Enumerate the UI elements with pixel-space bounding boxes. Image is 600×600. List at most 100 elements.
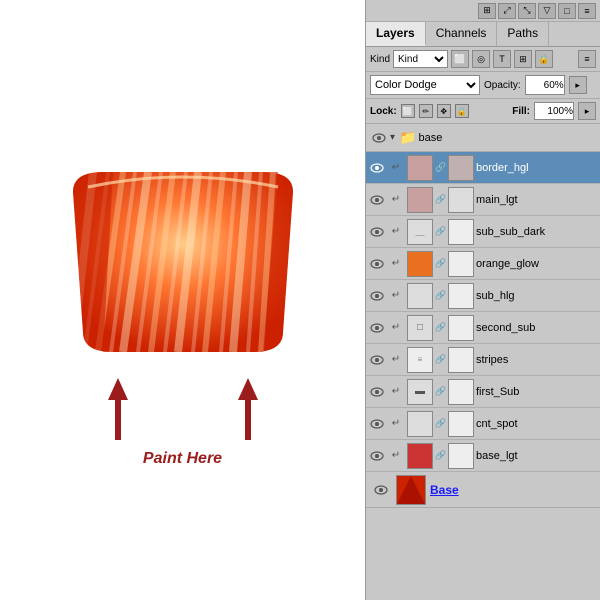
eye-icon-base-layer[interactable] [370,474,392,506]
layer-item-border-hgl[interactable]: ↵ 🔗 border_hgl [366,152,600,184]
layer-item-base-lgt[interactable]: ↵ 🔗 base_lgt [366,440,600,472]
lock-icon-3[interactable]: ✥ [437,104,451,118]
mask-stripes [448,347,474,373]
link-icon: ↵ [388,440,404,472]
cupcake-svg [43,162,323,362]
layer-name-border-hgl: border_hgl [476,162,600,174]
filter-icon-1[interactable]: ⬜ [451,50,469,68]
group-expand-icon[interactable]: ▾ [390,132,395,143]
base-layer-row[interactable]: Base [366,472,600,508]
base-layer-name[interactable]: Base [430,483,459,497]
icon-btn-3[interactable]: ⤡ [518,3,536,19]
layer-item-stripes[interactable]: ↵ ≡ 🔗 stripes [366,344,600,376]
eye-icon-cnt-spot[interactable] [366,408,388,440]
eye-icon-sub-hlg[interactable] [366,280,388,312]
tab-layers[interactable]: Layers [366,22,426,46]
layer-item-second-sub[interactable]: ↵ □ 🔗 second_sub [366,312,600,344]
layer-name-main-lgt: main_lgt [476,194,600,206]
eye-icon-sub-sub-dark[interactable] [366,216,388,248]
base-group-name: base [418,132,600,144]
folder-icon: 📁 [399,129,416,146]
layer-name-cnt-spot: cnt_spot [476,418,600,430]
kind-select[interactable]: Kind [393,50,448,68]
eye-icon-stripes[interactable] [366,344,388,376]
arrows-container [108,378,258,440]
lock-icon-2[interactable]: ✏ [419,104,433,118]
thumb-sub-sub-dark: __ [407,219,433,245]
eye-icon-border-hgl[interactable] [366,152,388,184]
fill-input[interactable] [534,102,574,120]
layer-item-first-sub[interactable]: ↵ ▬ 🔗 first_Sub [366,376,600,408]
eye-icon-first-sub[interactable] [366,376,388,408]
arrow-up-icon [238,378,258,400]
icon-btn-5[interactable]: □ [558,3,576,19]
eye-icon-main-lgt[interactable] [366,184,388,216]
arrow-up-icon [108,378,128,400]
fill-label: Fill: [512,106,530,117]
eye-icon-base-group[interactable] [368,124,390,154]
filter-icon-2[interactable]: ◎ [472,50,490,68]
arrow-left [108,378,128,440]
layer-name-sub-hlg: sub_hlg [476,290,600,302]
thumb-link: 🔗 [436,155,446,181]
lock-icon-4[interactable]: 🔒 [455,104,469,118]
layer-name-sub-sub-dark: sub_sub_dark [476,226,600,238]
filter-icon-3[interactable]: T [493,50,511,68]
thumb-second-sub: □ [407,315,433,341]
filter-icon-6[interactable]: ≡ [578,50,596,68]
layer-name-orange-glow: orange_glow [476,258,600,270]
base-layer-thumb [396,475,426,505]
mask-cnt-spot [448,411,474,437]
layer-item-sub-sub-dark[interactable]: ↵ __ 🔗 sub_sub_dark [366,216,600,248]
layers-list: ▾ 📁 base ↵ 🔗 border_hgl [366,124,600,600]
fill-arrow[interactable]: ▸ [578,102,596,120]
lock-icon-1[interactable]: ⬜ [401,104,415,118]
filter-row: Kind Kind ⬜ ◎ T ⊞ 🔒 ≡ [366,47,600,72]
opacity-label: Opacity: [484,80,521,91]
layer-item-orange-glow[interactable]: ↵ 🔗 orange_glow [366,248,600,280]
opacity-arrow[interactable]: ▸ [569,76,587,94]
thumb-link: 🔗 [436,347,446,373]
eye-icon-base-lgt[interactable] [366,440,388,472]
thumb-stripes: ≡ [407,347,433,373]
thumb-base-lgt [407,443,433,469]
icon-btn-6[interactable]: ≡ [578,3,596,19]
opacity-input[interactable]: 60% [525,75,565,95]
icon-btn-1[interactable]: ⊞ [478,3,496,19]
left-panel: Paint Here [0,0,365,600]
mask-first-sub [448,379,474,405]
thumb-link: 🔗 [436,315,446,341]
tabs-bar: Layers Channels Paths [366,22,600,47]
link-icon: ↵ [388,152,404,184]
eye-icon-second-sub[interactable] [366,312,388,344]
thumb-border-hgl [407,155,433,181]
lock-label: Lock: [370,106,397,117]
eye-icon-orange-glow[interactable] [366,248,388,280]
thumb-sub-hlg [407,283,433,309]
filter-icon-5[interactable]: 🔒 [535,50,553,68]
layer-item-sub-hlg[interactable]: ↵ 🔗 sub_hlg [366,280,600,312]
layer-name-base-lgt: base_lgt [476,450,600,462]
blend-mode-row: Color Dodge Normal Multiply Screen Opaci… [366,72,600,99]
icon-btn-2[interactable]: ⤢ [498,3,516,19]
link-icon: ↵ [388,184,404,216]
thumb-cnt-spot [407,411,433,437]
mask-sub-hlg [448,283,474,309]
filter-icon-4[interactable]: ⊞ [514,50,532,68]
cupcake-illustration [43,162,323,362]
paint-here-label: Paint Here [143,450,222,468]
thumb-link: 🔗 [436,187,446,213]
layer-item-cnt-spot[interactable]: ↵ 🔗 cnt_spot [366,408,600,440]
blend-mode-select[interactable]: Color Dodge Normal Multiply Screen [370,75,480,95]
layer-name-first-sub: first_Sub [476,386,600,398]
mask-main-lgt [448,187,474,213]
icon-btn-4[interactable]: ▽ [538,3,556,19]
tab-channels[interactable]: Channels [426,22,498,46]
thumb-link: 🔗 [436,411,446,437]
mask-border-hgl [448,155,474,181]
lock-row: Lock: ⬜ ✏ ✥ 🔒 Fill: ▸ [366,99,600,124]
layer-item-main-lgt[interactable]: ↵ 🔗 main_lgt [366,184,600,216]
tab-paths[interactable]: Paths [497,22,549,46]
thumb-link: 🔗 [436,219,446,245]
arrow-shaft [115,400,121,440]
